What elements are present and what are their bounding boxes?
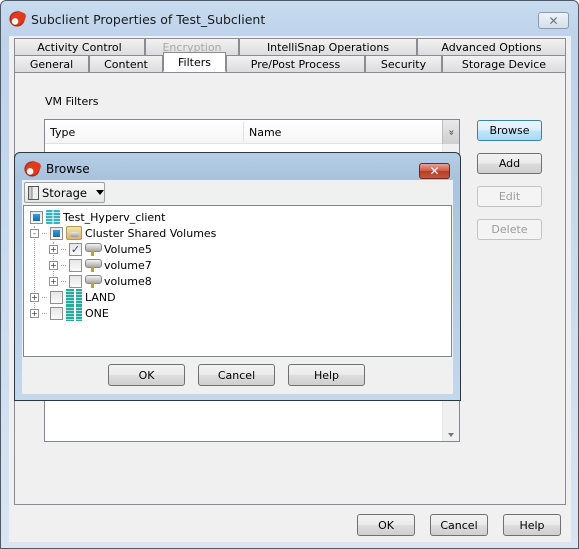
scroll-down-arrow-icon[interactable] (448, 433, 454, 437)
edit-button: Edit (477, 186, 542, 207)
add-button[interactable]: Add (477, 153, 542, 174)
tree-node-volume7[interactable]: + volume7 (49, 257, 152, 273)
cancel-button[interactable]: Cancel (430, 514, 488, 536)
tree-checkbox-checked[interactable]: ✓ (69, 242, 82, 256)
column-header-type[interactable]: Type (45, 120, 243, 144)
tree-node-volume8[interactable]: + volume8 (49, 273, 152, 289)
window-title-bar: Subclient Properties of Test_Subclient (9, 9, 265, 29)
tree-connector (61, 280, 66, 282)
browse-button[interactable]: Browse (477, 120, 542, 141)
tree-checkbox[interactable] (69, 274, 82, 288)
close-icon: ✕ (548, 13, 559, 28)
chevron-down-icon (96, 190, 104, 195)
tab-storage-device[interactable]: Storage Device (442, 55, 566, 72)
column-header-name[interactable]: Name (244, 120, 443, 144)
app-logo-icon (9, 11, 25, 27)
expand-icon[interactable]: + (49, 276, 58, 286)
view-dropdown-value: Storage (42, 185, 87, 200)
window-close-button[interactable]: ✕ (538, 12, 569, 29)
tree-checkbox[interactable] (50, 226, 63, 240)
server-rack-icon (66, 289, 82, 305)
tree-checkbox[interactable] (50, 306, 63, 320)
tree-node-volume5[interactable]: + ✓ Volume5 (49, 241, 152, 257)
server-rack-icon (66, 305, 82, 321)
table-header: Type Name (45, 120, 443, 144)
vm-filters-label: VM Filters (45, 95, 99, 108)
browse-client-area: Storage Test_Hyperv_client - Cluster Sha… (22, 180, 453, 394)
browse-help-button[interactable]: Help (288, 364, 365, 386)
tree-checkbox[interactable] (50, 290, 63, 304)
browse-dialog-title: Browse (46, 162, 90, 176)
window-title: Subclient Properties of Test_Subclient (31, 11, 266, 27)
view-dropdown[interactable]: Storage (24, 182, 105, 203)
tab-advanced-options[interactable]: Advanced Options (417, 38, 566, 55)
tree-connector (61, 248, 66, 250)
tab-content[interactable]: Content (89, 55, 163, 72)
browse-dialog: Browse ✕ Storage Test_Hyperv_client - Cl… (14, 152, 461, 401)
browse-ok-button[interactable]: OK (108, 364, 185, 386)
tree-connector (61, 264, 66, 266)
tree-checkbox[interactable] (69, 258, 82, 272)
tree-node-test-hyperv-client[interactable]: Test_Hyperv_client (30, 209, 165, 225)
disk-icon (85, 242, 102, 256)
browse-cancel-button[interactable]: Cancel (198, 364, 275, 386)
browse-title-bar: Browse (24, 161, 90, 177)
tab-security[interactable]: Security (365, 55, 442, 72)
tab-intellisnap-operations[interactable]: IntelliSnap Operations (239, 38, 417, 55)
tree-checkbox[interactable] (30, 210, 43, 224)
storage-icon (28, 185, 39, 200)
server-icon (46, 210, 60, 224)
tree-connector (42, 312, 47, 314)
expand-icon[interactable]: + (49, 244, 58, 254)
tree-connector (42, 296, 47, 298)
ok-button[interactable]: OK (357, 514, 415, 536)
disk-icon (85, 274, 102, 288)
disk-icon (85, 258, 102, 272)
help-button[interactable]: Help (503, 514, 561, 536)
expand-icon[interactable]: + (30, 292, 39, 302)
browse-close-button[interactable]: ✕ (419, 163, 450, 179)
folder-disk-icon (66, 226, 82, 240)
expand-icon[interactable]: + (49, 260, 58, 270)
browse-tree[interactable]: Test_Hyperv_client - Cluster Shared Volu… (23, 205, 452, 357)
collapse-icon[interactable]: - (30, 228, 39, 238)
tree-connector (42, 232, 47, 234)
tree-node-cluster-shared-volumes[interactable]: - Cluster Shared Volumes (30, 225, 216, 241)
tree-node-land[interactable]: + LAND (30, 289, 116, 305)
delete-button: Delete (477, 219, 542, 240)
tree-node-one[interactable]: + ONE (30, 305, 109, 321)
more-columns-button[interactable]: » (442, 120, 459, 144)
chevron-double-down-icon: » (445, 128, 457, 136)
tab-activity-control[interactable]: Activity Control (14, 38, 145, 55)
expand-icon[interactable]: + (30, 308, 39, 318)
tab-general[interactable]: General (14, 55, 89, 72)
tab-filters[interactable]: Filters (163, 52, 226, 72)
close-icon: ✕ (429, 164, 440, 178)
tab-pre-post-process[interactable]: Pre/Post Process (226, 55, 365, 72)
app-logo-icon (24, 161, 40, 177)
